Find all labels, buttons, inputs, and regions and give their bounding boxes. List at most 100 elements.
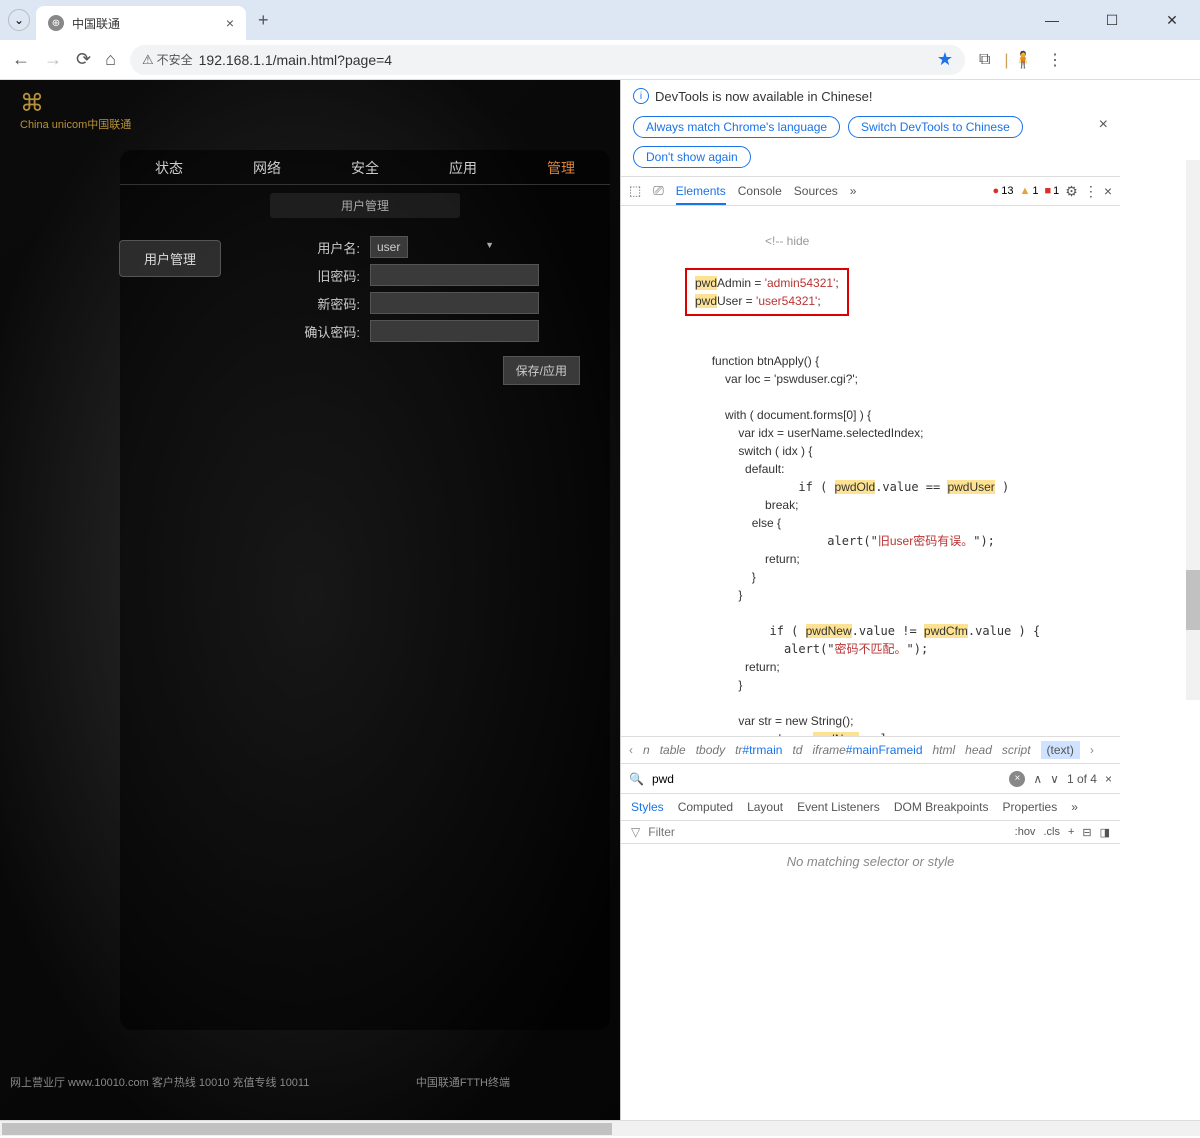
reload-button[interactable]: ⟳ [76,49,91,70]
search-close-icon[interactable]: × [1105,772,1112,786]
router-card: 状态 网络 安全 应用 管理 用户管理 用户管理 用户名: user 旧密码: … [120,150,610,1030]
settings-icon[interactable]: ⚙ [1065,183,1078,200]
tab-styles[interactable]: Styles [631,800,664,814]
horizontal-scrollbar[interactable] [0,1120,1200,1136]
globe-icon: ⊕ [48,15,64,31]
no-matching-selector: No matching selector or style [621,844,1120,879]
inspect-icon[interactable]: ⬚ [629,183,641,199]
minimize-button[interactable]: ― [1032,12,1072,29]
menu-icon[interactable]: ⋮ [1047,50,1063,70]
more-icon[interactable]: ⋮ [1084,183,1098,200]
search-prev-icon[interactable]: ∧ [1033,772,1042,786]
profile-icon[interactable]: |‍ 🧍 [1004,50,1033,70]
clear-search-icon[interactable]: × [1009,771,1025,787]
home-button[interactable]: ⌂ [105,49,116,70]
sub-tab-user-manage[interactable]: 用户管理 [270,193,460,218]
tab-search-button[interactable]: ⌄ [8,9,30,31]
tab-security[interactable]: 安全 [316,150,414,184]
logo-icon: ⌘ [20,90,131,119]
search-count: 1 of 4 [1067,772,1097,786]
breadcrumb-left-icon[interactable]: ‹ [629,743,633,757]
computed-toggle-icon[interactable]: ⊟ [1082,826,1091,839]
newpwd-label: 新密码: [300,294,370,313]
info-icon: i [633,88,649,104]
browser-tab-strip: ⌄ ⊕ 中国联通 × + ― ☐ ✕ [0,0,1200,40]
oldpwd-label: 旧密码: [300,266,370,285]
tabs-more-icon[interactable]: » [850,184,857,198]
search-icon: 🔍 [629,772,644,786]
styles-filter-row: ▽ :hov .cls + ⊟ ◨ [621,821,1120,844]
tab-computed[interactable]: Computed [678,800,733,814]
devtools-language-banner: i DevTools is now available in Chinese! [621,80,1120,112]
username-select[interactable]: user [370,236,408,258]
bookmark-star-icon[interactable]: ★ [937,49,953,70]
styles-more-icon[interactable]: » [1071,800,1078,814]
new-rule-icon[interactable]: + [1068,826,1074,839]
newpwd-input[interactable] [370,292,539,314]
tab-layout[interactable]: Layout [747,800,783,814]
tab-properties[interactable]: Properties [1003,800,1058,814]
tab-status[interactable]: 状态 [120,150,218,184]
router-admin-page: ⌘ China unicom中国联通 状态 网络 安全 应用 管理 用户管理 用… [0,80,620,1120]
chip-always-match[interactable]: Always match Chrome's language [633,116,840,138]
page-footer: 网上营业厅 www.10010.com 客户热线 10010 充值专线 1001… [10,1074,610,1090]
search-next-icon[interactable]: ∨ [1050,772,1059,786]
tab-title: 中国联通 [72,15,218,32]
main-nav-tabs: 状态 网络 安全 应用 管理 [120,150,610,185]
chip-switch-chinese[interactable]: Switch DevTools to Chinese [848,116,1023,138]
maximize-button[interactable]: ☐ [1092,12,1132,29]
confirmpwd-label: 确认密码: [300,322,370,341]
extension-controls: ⧉ |‍ 🧍 ⋮ [979,50,1063,70]
china-unicom-logo: ⌘ China unicom中国联通 [20,90,131,132]
sidebar-user-manage[interactable]: 用户管理 [119,240,221,277]
devtools-language-chips: Always match Chrome's language Switch De… [621,112,1120,176]
forward-button[interactable]: → [44,49,62,70]
elements-search-bar: 🔍 × ∧ ∨ 1 of 4 × [621,764,1120,794]
tab-dom-breakpoints[interactable]: DOM Breakpoints [894,800,989,814]
address-bar[interactable]: 不安全 192.168.1.1/main.html?page=4 ★ [130,45,965,75]
url-text: 192.168.1.1/main.html?page=4 [199,52,392,68]
elements-code-view[interactable]: <!-- hide pwdAdmin = 'admin54321'; pwdUs… [621,206,1120,736]
banner-close-icon[interactable]: × [1099,116,1108,134]
code-scrollbar[interactable] [1186,160,1200,700]
tab-console[interactable]: Console [738,184,782,198]
breadcrumb-right-icon[interactable]: › [1090,743,1094,757]
warnings-badge[interactable]: 1 [1019,185,1038,197]
close-icon[interactable]: × [226,15,234,31]
devtools-main-tabs: ⬚ ⎚ Elements Console Sources » 13 1 1 ⚙ … [621,176,1120,206]
devtools-panel: i DevTools is now available in Chinese! … [620,80,1120,1120]
tab-elements[interactable]: Elements [676,184,726,205]
tab-network[interactable]: 网络 [218,150,316,184]
issues-badge[interactable]: 1 [1044,185,1059,197]
browser-tab[interactable]: ⊕ 中国联通 × [36,6,246,40]
banner-text: DevTools is now available in Chinese! [655,89,873,104]
footer-left: 网上营业厅 www.10010.com 客户热线 10010 充值专线 1001… [10,1074,309,1090]
styles-tabs: Styles Computed Layout Event Listeners D… [621,794,1120,821]
close-window-button[interactable]: ✕ [1152,12,1192,29]
back-button[interactable]: ← [12,49,30,70]
device-icon[interactable]: ⎚ [653,183,663,199]
close-devtools-icon[interactable]: × [1104,183,1112,199]
oldpwd-input[interactable] [370,264,539,286]
browser-toolbar: ← → ⟳ ⌂ 不安全 192.168.1.1/main.html?page=4… [0,40,1200,80]
filter-icon: ▽ [631,825,640,839]
search-input[interactable] [652,772,1001,786]
save-button[interactable]: 保存/应用 [503,356,580,385]
cls-button[interactable]: .cls [1043,826,1060,839]
chip-dont-show[interactable]: Don't show again [633,146,751,168]
insecure-badge: 不安全 [142,51,193,68]
styles-filter-input[interactable] [648,825,1006,839]
confirmpwd-input[interactable] [370,320,539,342]
tab-sources[interactable]: Sources [794,184,838,198]
hov-button[interactable]: :hov [1015,826,1036,839]
brand-text: China unicom中国联通 [20,119,131,132]
tab-apps[interactable]: 应用 [414,150,512,184]
elements-breadcrumb[interactable]: ‹ n table tbody tr#trmain td iframe#main… [621,736,1120,764]
sidebar-toggle-icon[interactable]: ◨ [1100,826,1110,839]
extensions-icon[interactable]: ⧉ [979,51,990,69]
window-controls: ― ☐ ✕ [1032,12,1192,29]
tab-event-listeners[interactable]: Event Listeners [797,800,880,814]
tab-manage[interactable]: 管理 [512,150,610,184]
new-tab-button[interactable]: + [258,10,269,31]
errors-badge[interactable]: 13 [993,185,1014,197]
